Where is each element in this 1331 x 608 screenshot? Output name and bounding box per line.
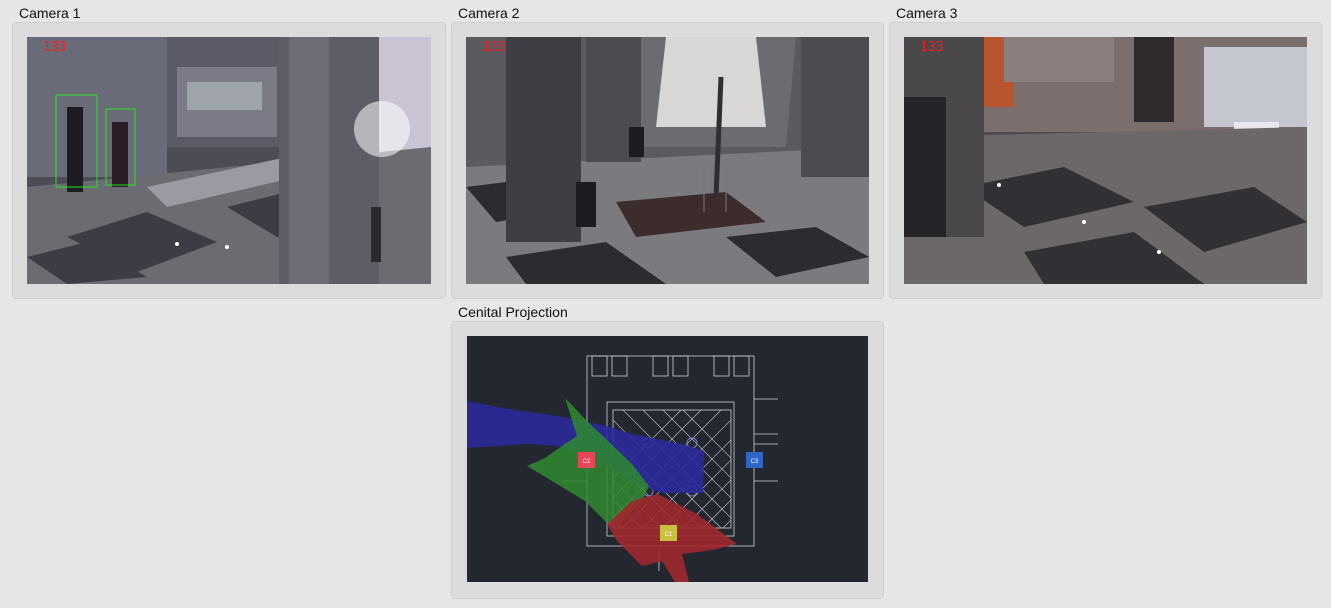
camera3-marker-label: C3 [751,459,759,465]
camera3-view[interactable]: 133 [904,37,1307,284]
camera3-frame-counter: 133 [920,40,944,55]
camera2-frame-counter: 133 [482,40,506,55]
projection-panel: C2 C3 C1 [451,321,884,599]
projection-title: Cenital Projection [458,304,568,320]
camera3-panel: 133 [889,22,1322,299]
camera3-title: Camera 3 [896,5,958,21]
projection-map: C2 C3 C1 [467,336,868,582]
camera1-image [27,37,431,284]
projection-view[interactable]: C2 C3 C1 [467,336,868,582]
camera3-image [904,37,1307,284]
camera2-panel: 133 [451,22,884,299]
camera1-marker-label: C1 [665,532,673,538]
camera1-view[interactable]: 133 [27,37,431,284]
camera2-view[interactable]: 133 [466,37,869,284]
camera2-marker-label: C2 [583,459,591,465]
camera1-panel: 133 [12,22,446,299]
camera2-title: Camera 2 [458,5,520,21]
camera2-image [466,37,869,284]
camera1-frame-counter: 133 [43,40,67,55]
camera1-title: Camera 1 [19,5,81,21]
